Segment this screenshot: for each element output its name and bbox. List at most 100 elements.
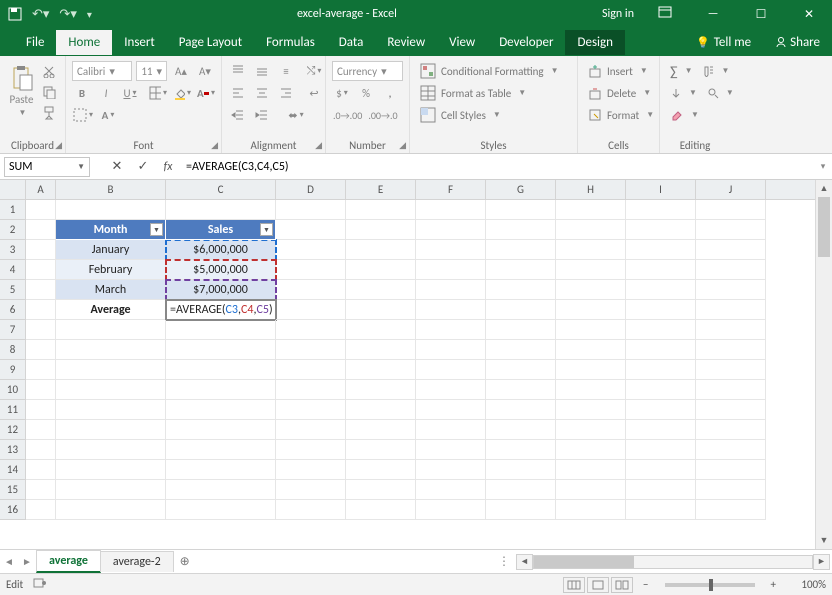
borders-more-icon[interactable]: ▾	[72, 105, 94, 125]
cell[interactable]	[696, 440, 766, 460]
clear-button[interactable]: ▼	[666, 104, 724, 126]
tab-insert[interactable]: Insert	[112, 30, 167, 55]
cell[interactable]	[346, 440, 416, 460]
sheet-tab[interactable]: average-2	[100, 551, 174, 572]
cell[interactable]	[626, 380, 696, 400]
zoom-in-icon[interactable]: +	[771, 578, 776, 591]
cell[interactable]	[556, 480, 626, 500]
scroll-right-icon[interactable]: ►	[813, 554, 830, 570]
cell-styles-button[interactable]: Cell Styles▼	[416, 104, 571, 126]
tab-review[interactable]: Review	[375, 30, 437, 55]
cell[interactable]	[626, 200, 696, 220]
share-button[interactable]: Share	[763, 30, 832, 55]
row-header[interactable]: 8	[0, 340, 26, 360]
cell[interactable]	[26, 300, 56, 320]
row-header[interactable]: 12	[0, 420, 26, 440]
cell[interactable]	[556, 460, 626, 480]
zoom-slider[interactable]	[665, 583, 755, 587]
cell[interactable]	[166, 500, 276, 520]
cell[interactable]	[416, 500, 486, 520]
cell[interactable]	[556, 200, 626, 220]
col-header[interactable]: D	[276, 180, 346, 199]
row-header[interactable]: 13	[0, 440, 26, 460]
cell-sales[interactable]: $5,000,000	[166, 260, 276, 280]
cell[interactable]	[416, 300, 486, 320]
align-middle-icon[interactable]	[252, 61, 272, 81]
maximize-icon[interactable]: ☐	[744, 7, 778, 22]
col-header[interactable]: B	[56, 180, 166, 199]
cell[interactable]	[486, 300, 556, 320]
cell[interactable]	[696, 400, 766, 420]
select-all-corner[interactable]	[0, 180, 26, 199]
align-center-icon[interactable]	[252, 83, 272, 103]
cell[interactable]	[346, 420, 416, 440]
name-box[interactable]: SUM▼	[4, 157, 90, 177]
filter-icon[interactable]: ▼	[260, 223, 273, 236]
cell[interactable]	[556, 360, 626, 380]
cell[interactable]	[56, 440, 166, 460]
table-header-month[interactable]: Month▼	[56, 220, 166, 240]
cell[interactable]	[486, 440, 556, 460]
cell[interactable]	[346, 260, 416, 280]
cell[interactable]	[166, 320, 276, 340]
cell[interactable]	[416, 220, 486, 240]
cell[interactable]	[696, 220, 766, 240]
cell[interactable]	[696, 260, 766, 280]
active-cell[interactable]: =AVERAGE(C3,C4,C5)	[166, 300, 276, 320]
cell-month[interactable]: February	[56, 260, 166, 280]
cell[interactable]	[346, 460, 416, 480]
cell[interactable]	[416, 360, 486, 380]
cell[interactable]	[26, 460, 56, 480]
minimize-icon[interactable]: —	[696, 7, 730, 21]
cell[interactable]	[696, 420, 766, 440]
autosum-button[interactable]: ∑▼▼	[666, 60, 724, 82]
cell[interactable]	[276, 420, 346, 440]
cell[interactable]	[626, 260, 696, 280]
cell[interactable]	[26, 440, 56, 460]
decrease-decimal-icon[interactable]: .00→.0	[367, 105, 398, 125]
cell[interactable]	[626, 360, 696, 380]
cell-sales[interactable]: $7,000,000	[166, 280, 276, 300]
cell[interactable]	[626, 280, 696, 300]
comma-format-icon[interactable]: ,	[380, 83, 400, 103]
cell[interactable]	[276, 460, 346, 480]
cell[interactable]	[166, 360, 276, 380]
cell[interactable]	[626, 480, 696, 500]
tab-data[interactable]: Data	[327, 30, 376, 55]
cell[interactable]	[696, 300, 766, 320]
cell[interactable]	[486, 400, 556, 420]
increase-decimal-icon[interactable]: .0→.00	[332, 105, 363, 125]
delete-cells-button[interactable]: Delete▼	[584, 82, 653, 104]
increase-indent-icon[interactable]	[252, 105, 272, 125]
cell[interactable]	[56, 340, 166, 360]
cell[interactable]	[346, 480, 416, 500]
view-page-layout-icon[interactable]	[587, 577, 609, 593]
cell[interactable]	[556, 420, 626, 440]
row-header[interactable]: 2	[0, 220, 26, 240]
cell[interactable]	[416, 460, 486, 480]
cell[interactable]	[486, 420, 556, 440]
cancel-formula-icon[interactable]: ✕	[104, 159, 130, 174]
save-icon[interactable]	[8, 7, 22, 21]
cell[interactable]	[166, 340, 276, 360]
cell[interactable]	[276, 300, 346, 320]
row-header[interactable]: 5	[0, 280, 26, 300]
cell[interactable]	[486, 500, 556, 520]
sheet-nav-prev-icon[interactable]: ◄	[0, 555, 18, 568]
row-header[interactable]: 6	[0, 300, 26, 320]
cell[interactable]	[696, 460, 766, 480]
cell[interactable]	[56, 200, 166, 220]
cell[interactable]	[276, 380, 346, 400]
cell[interactable]	[626, 340, 696, 360]
align-left-icon[interactable]	[228, 83, 248, 103]
cell[interactable]	[26, 260, 56, 280]
align-bottom-icon[interactable]: ≡	[276, 61, 296, 81]
cell[interactable]	[486, 240, 556, 260]
cell[interactable]	[276, 400, 346, 420]
cell[interactable]	[56, 380, 166, 400]
cell[interactable]	[556, 260, 626, 280]
cell[interactable]	[556, 400, 626, 420]
borders-icon[interactable]: ▾	[148, 83, 168, 103]
col-header[interactable]: F	[416, 180, 486, 199]
scroll-thumb[interactable]	[534, 556, 634, 568]
